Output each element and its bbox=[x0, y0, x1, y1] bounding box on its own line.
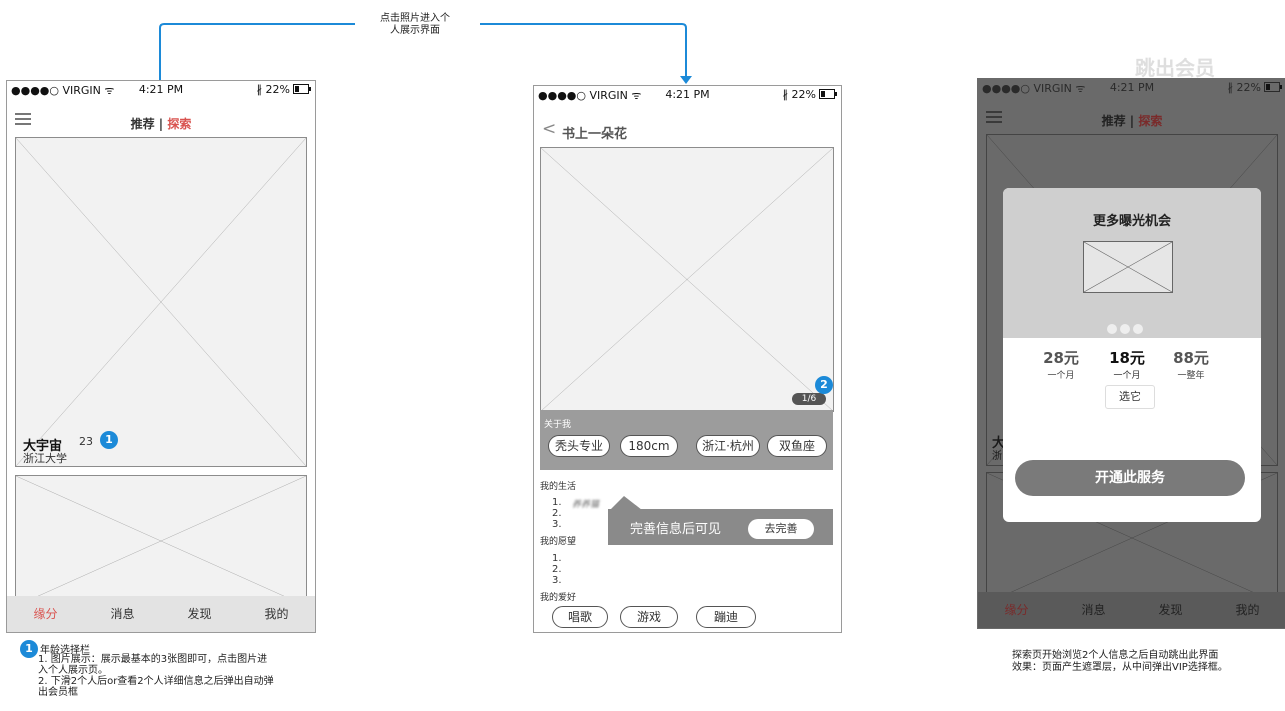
hobby-tag: 游戏 bbox=[620, 606, 678, 628]
screen-vip-popup: ●●●●○ VIRGIN ᯤ 4:21 PM ∦ 22% 推荐 | 探索 大 浙… bbox=[977, 78, 1285, 629]
flow-note: 点击照片进入个 人展示界面 bbox=[380, 13, 450, 36]
page-title: 书上一朵花 bbox=[562, 127, 628, 142]
nav-item-me: 我的 bbox=[1235, 603, 1260, 617]
status-bar: ●●●●○ VIRGIN ᯤ 4:21 PM ∦ 22% bbox=[7, 81, 315, 99]
tab-recommend[interactable]: 推荐 bbox=[131, 117, 155, 131]
battery-indicator: ∦ 22% bbox=[257, 83, 311, 96]
hobby-label: 我的爱好 bbox=[540, 593, 577, 603]
tab-explore[interactable]: 探索 bbox=[167, 117, 191, 131]
note-badge-1: 1 bbox=[20, 640, 38, 658]
page-indicator: 1/6 bbox=[792, 393, 826, 405]
carousel-dots bbox=[1107, 319, 1143, 338]
vip-modal: 更多曝光机会 28元 一个月 18元 一个月 88元 一整年 选它 开通此服务 bbox=[1003, 188, 1261, 522]
modal-image bbox=[1083, 241, 1173, 293]
profile-photo-large[interactable] bbox=[540, 147, 834, 412]
list-item: 1. bbox=[552, 553, 562, 564]
battery-indicator: ∦ 22% bbox=[1228, 81, 1282, 94]
status-bar: ●●●●○ VIRGIN ᯤ 4:21 PM ∦ 22% bbox=[978, 79, 1285, 97]
bottom-nav: 缘分 消息 发现 我的 bbox=[978, 592, 1285, 628]
blurred-text: 养养猫 bbox=[572, 500, 600, 510]
modal-title: 更多曝光机会 bbox=[1092, 214, 1171, 229]
tab-recommend: 推荐 bbox=[1101, 114, 1126, 128]
battery-indicator: ∦ 22% bbox=[783, 88, 837, 101]
back-icon[interactable]: < bbox=[542, 119, 556, 139]
status-bar: ●●●●○ VIRGIN ᯤ 4:21 PM ∦ 22% bbox=[534, 86, 841, 104]
hobby-tag: 蹦迪 bbox=[696, 606, 756, 628]
hobby-tag: 唱歌 bbox=[552, 606, 608, 628]
tag-profession: 秃头专业 bbox=[548, 435, 610, 457]
profile-photo-next[interactable] bbox=[15, 475, 307, 607]
tag-location: 浙江·杭州 bbox=[696, 435, 760, 457]
complete-info-button[interactable]: 去完善 bbox=[748, 519, 814, 539]
tab-explore: 探索 bbox=[1138, 114, 1163, 128]
card-age: 23 bbox=[79, 435, 93, 448]
tab-separator: | bbox=[158, 117, 164, 131]
note-line: 1. 图片展示：展示最基本的3张图即可，点击图片进 bbox=[38, 654, 268, 665]
open-service-button[interactable]: 开通此服务 bbox=[1015, 460, 1245, 496]
screen-profile-detail: ●●●●○ VIRGIN ᯤ 4:21 PM ∦ 22% < 书上一朵花 1/6… bbox=[533, 85, 842, 633]
jump-label: 跳出会员 bbox=[1135, 56, 1215, 80]
plan-price: 18元 bbox=[1109, 349, 1145, 367]
screen3-note: 探索页开始浏览2个人信息之后自动跳出此界面 效果：页面产生遮罩层，从中间弹出VI… bbox=[1012, 650, 1228, 674]
battery-icon bbox=[819, 89, 837, 99]
list-item: 1. bbox=[552, 497, 562, 508]
plan-period: 一个月 bbox=[1047, 371, 1075, 381]
nav-item-fate[interactable]: 缘分 bbox=[7, 596, 84, 632]
screen-explore: ●●●●○ VIRGIN ᯤ 4:21 PM ∦ 22% 推荐 | 探索 大宇宙… bbox=[6, 80, 316, 633]
life-label: 我的生活 bbox=[540, 482, 577, 492]
note-line: 出会员框 bbox=[38, 687, 78, 698]
plan-period: 一整年 bbox=[1177, 371, 1205, 381]
bottom-nav: 缘分 消息 发现 我的 bbox=[7, 596, 315, 632]
top-tabs: 推荐 | 探索 bbox=[7, 115, 315, 132]
note-line: 探索页开始浏览2个人信息之后自动跳出此界面 bbox=[1012, 650, 1219, 661]
nav-item-discover[interactable]: 发现 bbox=[161, 596, 238, 632]
note-body: 1. 图片展示：展示最基本的3张图即可，点击图片进 入个人展示页。 2. 下滑2… bbox=[38, 654, 274, 698]
plan-option-3[interactable]: 88元 一整年 bbox=[1163, 347, 1219, 381]
note-line: 入个人展示页。 bbox=[38, 665, 108, 676]
plan-price: 88元 bbox=[1173, 349, 1209, 367]
wish-label: 我的愿望 bbox=[540, 537, 577, 547]
annotation-badge-1: 1 bbox=[100, 431, 118, 449]
plan-option-2[interactable]: 18元 一个月 bbox=[1099, 347, 1155, 381]
nav-item-fate: 缘分 bbox=[1004, 603, 1029, 617]
plan-option-1[interactable]: 28元 一个月 bbox=[1033, 347, 1089, 381]
battery-icon bbox=[1264, 82, 1282, 92]
nav-item-messages: 消息 bbox=[1081, 603, 1106, 617]
annotation-badge-2: 2 bbox=[815, 376, 833, 394]
tooltip-pointer bbox=[610, 496, 642, 510]
top-tabs: 推荐 | 探索 bbox=[978, 112, 1285, 129]
nav-item-messages[interactable]: 消息 bbox=[84, 596, 161, 632]
list-item: 2. bbox=[552, 564, 562, 575]
nav-item-me[interactable]: 我的 bbox=[238, 596, 315, 632]
list-item: 2. bbox=[552, 508, 562, 519]
plan-price: 28元 bbox=[1043, 349, 1079, 367]
note-line: 效果：页面产生遮罩层，从中间弹出VIP选择框。 bbox=[1012, 662, 1228, 673]
profile-photo[interactable] bbox=[15, 137, 307, 467]
tab-separator: | bbox=[1129, 114, 1135, 128]
list-item: 3. bbox=[552, 575, 562, 586]
card-school: 浙江大学 bbox=[23, 452, 67, 465]
tag-height: 180cm bbox=[620, 435, 678, 457]
tooltip-text: 完善信息后可见 bbox=[630, 522, 722, 537]
tag-zodiac: 双鱼座 bbox=[767, 435, 827, 457]
wish-list: 1. 2. 3. bbox=[552, 553, 562, 586]
battery-icon bbox=[293, 84, 311, 94]
plan-period: 一个月 bbox=[1113, 371, 1141, 381]
note-line: 2. 下滑2个人后or查看2个人详细信息之后弹出自动弹 bbox=[38, 676, 274, 687]
select-plan-button[interactable]: 选它 bbox=[1105, 385, 1155, 409]
list-item: 3. bbox=[552, 519, 562, 530]
life-list: 1. 2. 3. bbox=[552, 497, 562, 530]
nav-item-discover: 发现 bbox=[1158, 603, 1183, 617]
card-school: 浙 bbox=[992, 451, 1002, 462]
about-label: 关于我 bbox=[544, 420, 572, 430]
